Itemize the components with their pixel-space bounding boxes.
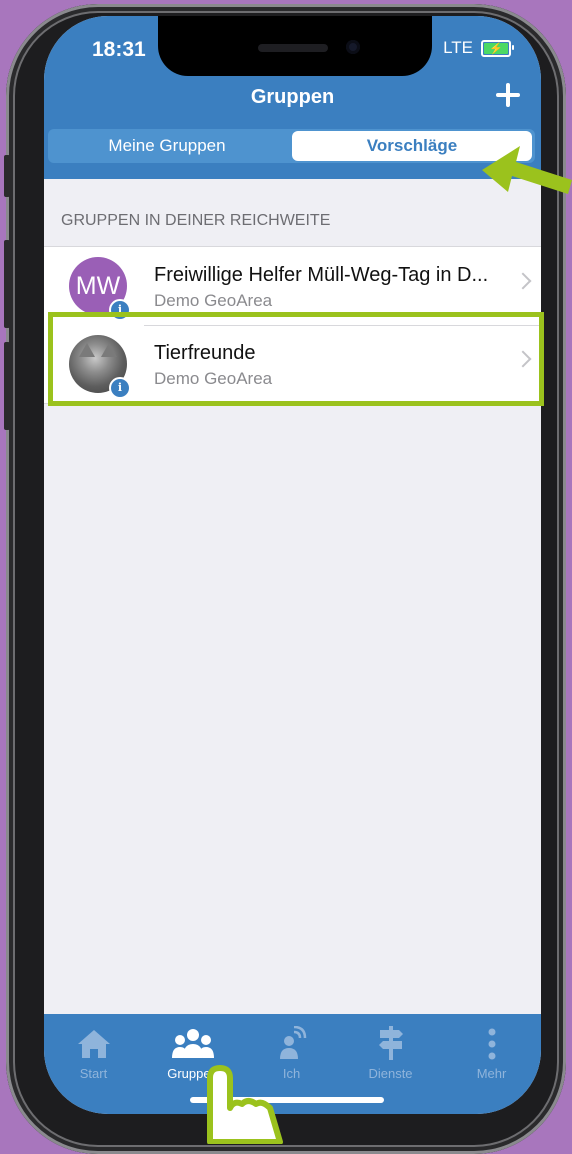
home-icon: [44, 1024, 143, 1060]
add-group-button[interactable]: [491, 78, 525, 112]
status-time: 18:31: [92, 38, 146, 61]
person-broadcast-icon: [242, 1024, 341, 1060]
section-header: GRUPPEN IN DEINER REICHWEITE: [61, 212, 331, 229]
people-icon: [143, 1024, 242, 1060]
page-title: Gruppen: [250, 86, 335, 108]
side-button: [4, 240, 10, 328]
status-indicators: LTE ⚡: [443, 38, 514, 58]
side-button: [4, 342, 10, 430]
side-button: [4, 155, 10, 197]
tab-mehr[interactable]: Mehr: [442, 1024, 541, 1081]
app-screen: 18:31 LTE ⚡ Gruppen Meine Gruppen Vorsch…: [44, 16, 541, 1114]
pointer-arrow-icon: [482, 146, 572, 194]
tab-start[interactable]: Start: [44, 1024, 143, 1081]
network-label: LTE: [443, 38, 473, 57]
group-title: Freiwillige Helfer Müll-Weg-Tag in D...: [154, 264, 489, 286]
highlight-frame: [48, 312, 544, 406]
tab-label: Mehr: [476, 1066, 507, 1081]
notch: [158, 16, 432, 76]
speaker-grille: [258, 44, 328, 52]
tab-dienste[interactable]: Dienste: [341, 1024, 440, 1081]
battery-icon: ⚡: [481, 39, 514, 57]
segmented-control: Meine Gruppen Vorschläge: [48, 129, 535, 163]
tab-label: Dienste: [368, 1066, 413, 1081]
tab-meine-gruppen[interactable]: Meine Gruppen: [52, 131, 282, 161]
tab-label: Start: [79, 1066, 108, 1081]
chevron-right-icon: [514, 272, 532, 290]
header-bar: 18:31 LTE ⚡ Gruppen Meine Gruppen Vorsch…: [44, 16, 541, 179]
more-vertical-icon: [442, 1024, 541, 1060]
camera-icon: [346, 40, 360, 54]
group-subtitle: Demo GeoArea: [154, 291, 273, 310]
hand-pointer-icon: [207, 1065, 283, 1144]
signpost-icon: [341, 1024, 440, 1060]
